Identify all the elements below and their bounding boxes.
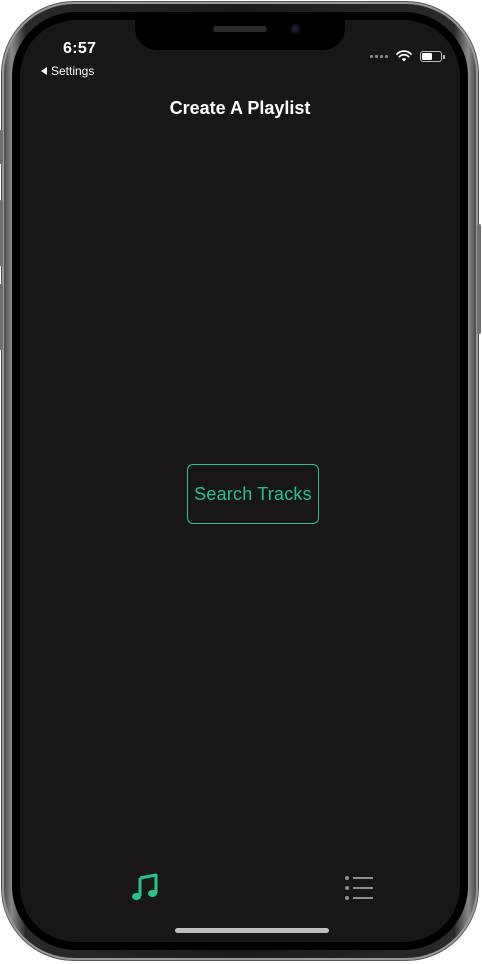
camera: [290, 24, 300, 34]
back-label: Settings: [51, 64, 95, 78]
home-indicator[interactable]: [175, 928, 329, 933]
screen: 6:57 Settings Create A Playlist Search T…: [20, 20, 460, 942]
cellular-signal-icon: [370, 54, 388, 58]
status-indicators: [370, 50, 445, 62]
page-title: Create A Playlist: [169, 98, 311, 118]
search-tracks-button[interactable]: Search Tracks: [187, 464, 319, 524]
music-note-icon[interactable]: [130, 872, 160, 902]
phone-frame: 6:57 Settings Create A Playlist Search T…: [0, 2, 481, 960]
volume-up-button: [0, 200, 3, 266]
back-arrow-icon: [41, 67, 47, 75]
wifi-icon: [396, 50, 412, 62]
battery-icon: [420, 50, 445, 62]
volume-down-button: [0, 284, 3, 350]
power-button: [477, 224, 481, 334]
speaker: [213, 26, 267, 32]
battery-level: [422, 52, 433, 60]
bezel: 6:57 Settings Create A Playlist Search T…: [12, 12, 468, 950]
list-icon[interactable]: [344, 875, 374, 901]
notch: [135, 20, 345, 50]
mute-switch: [0, 130, 3, 164]
back-to-settings-link[interactable]: Settings: [41, 64, 94, 78]
status-time: 6:57: [63, 40, 97, 57]
